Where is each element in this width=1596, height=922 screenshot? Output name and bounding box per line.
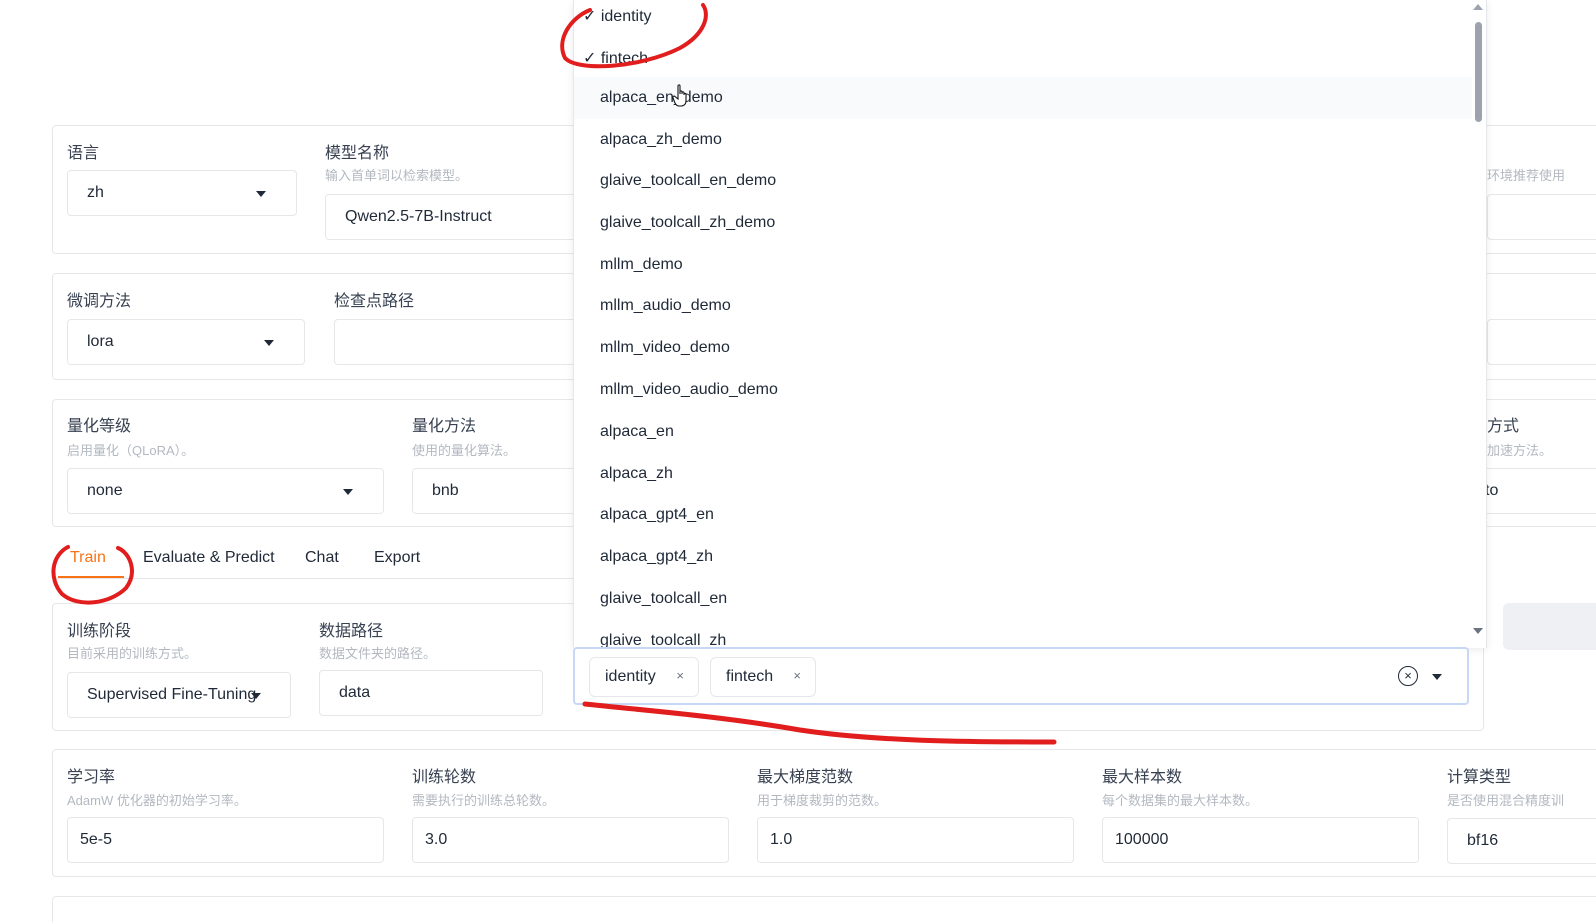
compute-type-label: 计算类型 — [1447, 769, 1512, 786]
dataset-option[interactable]: mllm_audio_demo — [600, 297, 731, 315]
chevron-down-icon — [264, 340, 274, 346]
dataset-option[interactable]: alpaca_zh — [600, 465, 673, 483]
quant-method-value: bnb — [432, 482, 459, 499]
dataset-option[interactable]: mllm_video_demo — [600, 339, 730, 357]
checkpoint-path-label: 检查点路径 — [334, 293, 415, 310]
learning-rate-input[interactable]: 5e-5 — [67, 817, 384, 863]
compute-type-value: bf16 — [1467, 832, 1499, 849]
quant-method-label: 量化方法 — [412, 418, 477, 435]
chip-remove-icon[interactable]: × — [676, 668, 684, 683]
quant-method-hint: 使用的量化算法。 — [412, 443, 517, 458]
data-dir-hint: 数据文件夹的路径。 — [319, 646, 437, 661]
dataset-option-fintech[interactable]: ✓ fintech — [583, 48, 648, 68]
chevron-down-icon — [256, 191, 266, 197]
compute-type-select[interactable]: bf16 — [1447, 818, 1596, 864]
max-grad-norm-value: 1.0 — [770, 831, 793, 848]
max-samples-label: 最大样本数 — [1102, 769, 1183, 786]
chip-label: fintech — [726, 668, 774, 685]
right-mid-input[interactable] — [1487, 319, 1596, 365]
chip-label: identity — [605, 668, 656, 685]
dataset-option[interactable]: mllm_demo — [600, 256, 683, 274]
max-samples-value: 100000 — [1115, 831, 1169, 848]
model-name-input[interactable]: Qwen2.5-7B-Instruct — [325, 194, 585, 240]
dataset-option[interactable]: mllm_video_audio_demo — [600, 381, 778, 399]
scroll-up-arrow-icon[interactable] — [1473, 4, 1483, 10]
compute-type-hint: 是否使用混合精度训 — [1447, 793, 1565, 808]
epochs-value: 3.0 — [425, 831, 448, 848]
max-samples-input[interactable]: 100000 — [1102, 817, 1419, 863]
right-quant-value: to — [1485, 482, 1499, 499]
model-name-label: 模型名称 — [325, 145, 390, 162]
dataset-dropdown-list[interactable]: ✓ identity ✓ fintech alpaca_en_demo alpa… — [573, 0, 1487, 648]
dataset-option[interactable]: alpaca_en — [600, 423, 674, 441]
quant-bit-value: none — [87, 482, 123, 499]
right-quant-hint: 加速方法。 — [1487, 443, 1553, 458]
chip-remove-icon[interactable]: × — [793, 668, 801, 683]
data-dir-value: data — [339, 684, 371, 701]
data-dir-label: 数据路径 — [319, 623, 384, 640]
chevron-down-icon — [251, 693, 261, 699]
learning-rate-label: 学习率 — [67, 769, 116, 786]
clear-all-icon[interactable]: × — [1398, 666, 1418, 686]
dataset-option[interactable]: alpaca_zh_demo — [600, 131, 722, 149]
finetune-method-label: 微调方法 — [67, 293, 132, 310]
learning-rate-hint: AdamW 优化器的初始学习率。 — [67, 793, 247, 808]
learning-rate-value: 5e-5 — [80, 831, 113, 848]
quant-bit-hint: 启用量化（QLoRA）。 — [67, 443, 195, 458]
finetune-method-select[interactable]: lora — [67, 319, 305, 365]
dataset-option[interactable]: alpaca_gpt4_zh — [600, 548, 713, 566]
quant-method-select[interactable]: bnb — [412, 468, 584, 514]
tab-bar-divider — [52, 578, 582, 579]
dataset-option-identity[interactable]: ✓ identity — [583, 6, 652, 26]
language-value: zh — [87, 184, 104, 201]
right-action-button[interactable] — [1503, 603, 1596, 650]
tab-export[interactable]: Export — [374, 549, 420, 567]
language-label: 语言 — [67, 145, 100, 162]
tab-evaluate-predict[interactable]: Evaluate & Predict — [143, 549, 275, 567]
quant-bit-label: 量化等级 — [67, 418, 132, 435]
scroll-down-arrow-icon[interactable] — [1473, 628, 1483, 634]
model-name-value: Qwen2.5-7B-Instruct — [345, 208, 492, 225]
chevron-down-icon — [343, 489, 353, 495]
max-grad-norm-hint: 用于梯度裁剪的范数。 — [757, 793, 888, 808]
dataset-option[interactable]: glaive_toolcall_zh — [600, 632, 726, 648]
stage-select[interactable]: Supervised Fine-Tuning — [67, 672, 291, 718]
scrollbar-thumb[interactable] — [1475, 22, 1482, 122]
stage-hint: 目前采用的训练方式。 — [67, 646, 198, 661]
max-grad-norm-label: 最大梯度范数 — [757, 769, 854, 786]
dataset-multiselect[interactable]: identity × fintech × × — [573, 647, 1469, 705]
hand-cursor-icon — [672, 84, 687, 107]
language-select[interactable]: zh — [67, 170, 297, 216]
dataset-option[interactable]: alpaca_en_demo — [600, 89, 723, 107]
right-quant-select[interactable]: to — [1470, 468, 1596, 514]
finetune-method-value: lora — [87, 333, 114, 350]
tab-train-underline — [58, 576, 124, 578]
tab-train[interactable]: Train — [70, 549, 106, 567]
tab-chat[interactable]: Chat — [305, 549, 339, 567]
epochs-input[interactable]: 3.0 — [412, 817, 729, 863]
model-name-hint: 输入首单词以检索模型。 — [325, 168, 469, 183]
dataset-option[interactable]: glaive_toolcall_zh_demo — [600, 214, 775, 232]
selected-chip-fintech: fintech × — [710, 657, 816, 697]
chevron-down-icon[interactable] — [1432, 674, 1442, 680]
quant-bit-select[interactable]: none — [67, 468, 384, 514]
dropdown-scrollbar[interactable] — [1472, 0, 1486, 648]
dataset-option[interactable]: alpaca_gpt4_en — [600, 506, 714, 524]
dataset-option[interactable]: glaive_toolcall_en_demo — [600, 172, 776, 190]
data-dir-input[interactable]: data — [319, 670, 543, 716]
right-quant-label: 方式 — [1487, 418, 1520, 435]
right-top-input[interactable] — [1487, 194, 1596, 240]
bottom-panel — [52, 896, 1596, 922]
stage-label: 训练阶段 — [67, 623, 132, 640]
selected-chip-identity: identity × — [589, 657, 699, 697]
checkpoint-path-select[interactable] — [334, 319, 584, 365]
epochs-hint: 需要执行的训练总轮数。 — [412, 793, 556, 808]
max-samples-hint: 每个数据集的最大样本数。 — [1102, 793, 1259, 808]
epochs-label: 训练轮数 — [412, 769, 477, 786]
max-grad-norm-input[interactable]: 1.0 — [757, 817, 1074, 863]
dataset-option[interactable]: glaive_toolcall_en — [600, 590, 727, 608]
stage-value: Supervised Fine-Tuning — [87, 686, 257, 703]
right-top-hint: 环境推荐使用 — [1487, 168, 1566, 183]
